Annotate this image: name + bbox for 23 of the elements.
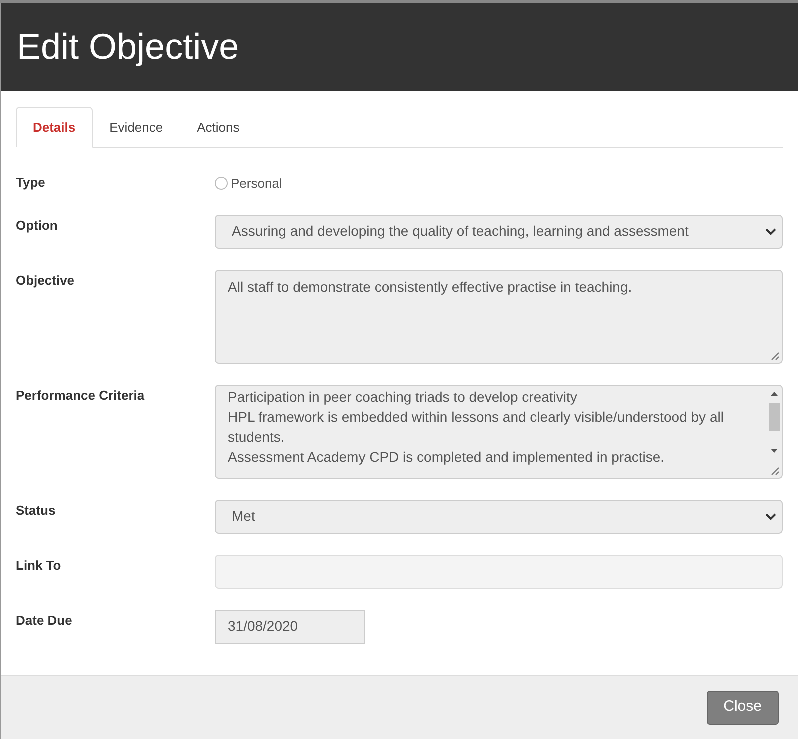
tab[interactable]: Details [16,107,93,148]
field-label: Date Due [16,612,74,630]
resize-grip-icon[interactable] [771,466,780,476]
radio-label: Personal [231,175,282,193]
date-field[interactable]: 31/08/2020 [215,610,365,644]
field-label: Option [16,216,59,235]
field-label: Type [16,174,46,192]
tab[interactable]: Evidence [92,107,180,148]
close-button[interactable]: Close [706,690,779,724]
select-field[interactable]: Assuring and developing the quality of teaching, learning and assessment [215,214,783,248]
input-field[interactable] [215,554,783,588]
field-label: Objective [16,272,76,290]
field-label: Link To [16,556,62,574]
select-field[interactable]: Met [215,500,783,534]
dialog-title: Edit Objective [17,29,240,65]
chevron-down-icon [765,228,777,236]
tab[interactable]: Actions [180,107,257,148]
radio-button[interactable] [215,177,228,190]
field-label: Performance Criteria [16,386,146,404]
resize-grip-icon[interactable] [771,352,780,360]
chevron-down-icon [765,512,777,520]
text-area[interactable]: All staff to demonstrate consistently effective practise in teaching. [215,270,783,364]
field-label: Status [16,502,57,520]
